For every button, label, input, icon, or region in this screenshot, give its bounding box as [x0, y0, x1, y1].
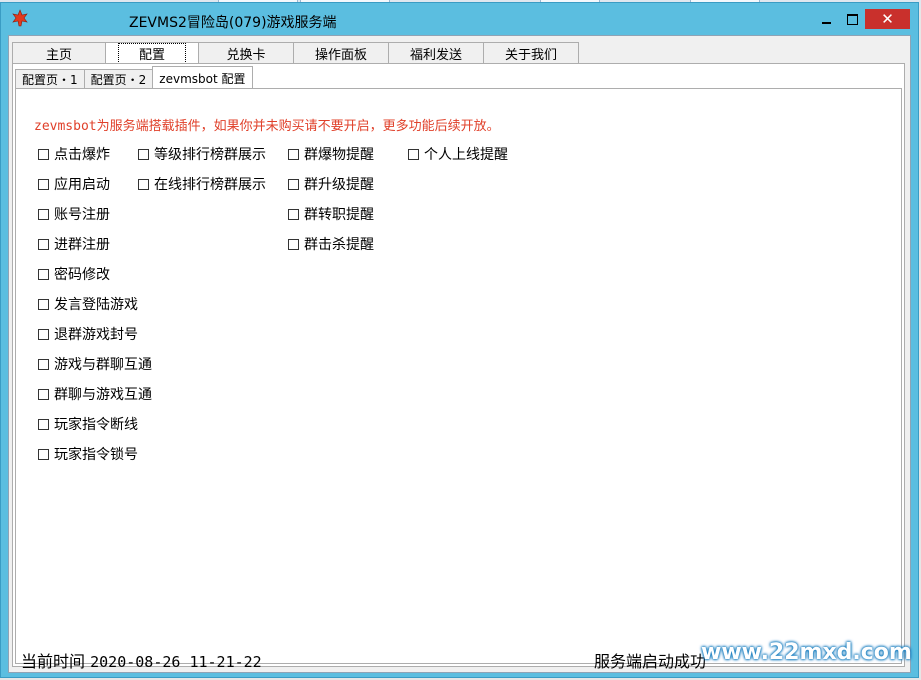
checkbox-game-to-group-sync[interactable]: 游戏与群聊互通	[38, 354, 152, 374]
checkbox-label: 玩家指令锁号	[54, 447, 138, 463]
tab-label: 主页	[45, 47, 72, 63]
checkbox-leave-group-ban[interactable]: 退群游戏封号	[38, 324, 138, 344]
checkbox-box[interactable]	[288, 208, 299, 220]
tab-label: 操作面板	[314, 47, 367, 63]
checkbox-label: 退群游戏封号	[54, 327, 138, 343]
minimize-icon	[821, 21, 831, 24]
checkbox-level-rank-group[interactable]: 等级排行榜群展示	[138, 144, 266, 164]
checkbox-group-levelup-alert[interactable]: 群升级提醒	[288, 174, 374, 194]
checkbox-box[interactable]	[288, 238, 299, 250]
plugin-notice: zevmsbot为服务端搭载插件，如果你并未购买请不要开启，更多功能后续开放。	[34, 119, 500, 134]
checkbox-box[interactable]	[408, 148, 419, 160]
config-panel: 配置页・1 配置页・2 zevmsbot 配置 zevmsbot为服务端搭载插件…	[12, 63, 905, 667]
subtab-label: 配置页・2	[90, 73, 147, 87]
current-time: 当前时间 2020-08-26 11-21-22	[21, 648, 262, 672]
checkbox-label: 个人上线提醒	[424, 147, 508, 163]
checkbox-speak-login-game[interactable]: 发言登陆游戏	[38, 294, 138, 314]
checkbox-box[interactable]	[38, 358, 49, 370]
tab-welfare-send[interactable]: 福利发送	[388, 42, 484, 63]
checkbox-box[interactable]	[38, 268, 49, 280]
tab-label: 关于我们	[504, 47, 557, 63]
checkbox-box[interactable]	[38, 328, 49, 340]
checkbox-player-cmd-disconnect[interactable]: 玩家指令断线	[38, 414, 138, 434]
checkbox-label: 密码修改	[54, 267, 110, 283]
title-bar: ZEVMS2冒险岛(079)游戏服务端 ✕	[1, 3, 918, 35]
site-watermark: www.22mxd.com	[701, 640, 912, 665]
checkbox-box[interactable]	[38, 448, 49, 460]
checkbox-box[interactable]	[38, 208, 49, 220]
tab-config[interactable]: 配置	[105, 42, 199, 64]
checkbox-app-start[interactable]: 应用启动	[38, 174, 110, 194]
maximize-icon	[846, 13, 858, 25]
close-button[interactable]: ✕	[865, 9, 910, 29]
sub-tab-strip: 配置页・1 配置页・2 zevmsbot 配置	[15, 66, 253, 89]
tab-label: 福利发送	[409, 47, 462, 63]
checkbox-label: 群升级提醒	[304, 177, 374, 193]
current-time-value: 2020-08-26 11-21-22	[90, 653, 262, 671]
main-window: ZEVMS2冒险岛(079)游戏服务端 ✕ 主页 配置 兑换卡 操作面板 福利发…	[0, 2, 919, 678]
checkbox-box[interactable]	[38, 418, 49, 430]
checkbox-account-register[interactable]: 账号注册	[38, 204, 110, 224]
checkbox-group-drop-alert[interactable]: 群爆物提醒	[288, 144, 374, 164]
tab-home[interactable]: 主页	[12, 42, 106, 63]
checkbox-label: 在线排行榜群展示	[154, 177, 266, 193]
tab-about-us[interactable]: 关于我们	[483, 42, 579, 63]
checkbox-label: 群转职提醒	[304, 207, 374, 223]
server-status-text: 服务端启动成功	[594, 652, 707, 671]
checkbox-group-to-game-sync[interactable]: 群聊与游戏互通	[38, 384, 152, 404]
tab-label: 配置	[117, 42, 187, 64]
tab-label: 兑换卡	[226, 47, 266, 63]
subtab-zevmsbot-config[interactable]: zevmsbot 配置	[152, 66, 253, 89]
checkbox-label: 发言登陆游戏	[54, 297, 138, 313]
checkbox-click-explode[interactable]: 点击爆炸	[38, 144, 110, 164]
subtab-config-page-1[interactable]: 配置页・1	[15, 69, 85, 89]
tab-control-panel[interactable]: 操作面板	[293, 42, 389, 63]
checkbox-label: 群爆物提醒	[304, 147, 374, 163]
main-tab-strip: 主页 配置 兑换卡 操作面板 福利发送 关于我们	[12, 42, 579, 64]
subtab-label: 配置页・1	[22, 73, 78, 87]
window-title: ZEVMS2冒险岛(079)游戏服务端	[129, 15, 337, 31]
current-time-label: 当前时间	[21, 652, 86, 671]
checkbox-box[interactable]	[288, 178, 299, 190]
checkbox-label: 等级排行榜群展示	[154, 147, 266, 163]
checkbox-label: 点击爆炸	[54, 147, 110, 163]
maple-leaf-icon	[12, 9, 28, 27]
checkbox-label: 进群注册	[54, 237, 110, 253]
checkbox-online-rank-group[interactable]: 在线排行榜群展示	[138, 174, 266, 194]
checkbox-box[interactable]	[38, 148, 49, 160]
checkbox-password-change[interactable]: 密码修改	[38, 264, 110, 284]
maximize-button[interactable]	[839, 9, 865, 29]
subtab-label: zevmsbot 配置	[159, 71, 246, 86]
checkbox-box[interactable]	[138, 178, 149, 190]
checkbox-box[interactable]	[38, 238, 49, 250]
checkbox-label: 游戏与群聊互通	[54, 357, 152, 373]
checkbox-label: 应用启动	[54, 177, 110, 193]
checkbox-label: 玩家指令断线	[54, 417, 138, 433]
close-icon: ✕	[881, 9, 894, 28]
zevmsbot-config-panel: zevmsbot为服务端搭载插件，如果你并未购买请不要开启，更多功能后续开放。 …	[15, 88, 902, 664]
checkbox-box[interactable]	[38, 178, 49, 190]
minimize-button[interactable]	[813, 9, 839, 29]
checkbox-box[interactable]	[138, 148, 149, 160]
checkbox-join-group-register[interactable]: 进群注册	[38, 234, 110, 254]
tab-exchange-card[interactable]: 兑换卡	[198, 42, 294, 63]
checkbox-label: 群击杀提醒	[304, 237, 374, 253]
checkbox-group-kill-alert[interactable]: 群击杀提醒	[288, 234, 374, 254]
checkbox-player-cmd-lock[interactable]: 玩家指令锁号	[38, 444, 138, 464]
subtab-config-page-2[interactable]: 配置页・2	[83, 69, 154, 89]
checkbox-box[interactable]	[288, 148, 299, 160]
client-area: 主页 配置 兑换卡 操作面板 福利发送 关于我们 配置页・1 配置页・2 zev…	[8, 35, 911, 673]
checkbox-personal-online-alert[interactable]: 个人上线提醒	[408, 144, 508, 164]
checkbox-label: 账号注册	[54, 207, 110, 223]
checkbox-label: 群聊与游戏互通	[54, 387, 152, 403]
checkbox-box[interactable]	[38, 388, 49, 400]
checkbox-group-job-change-alert[interactable]: 群转职提醒	[288, 204, 374, 224]
checkbox-box[interactable]	[38, 298, 49, 310]
